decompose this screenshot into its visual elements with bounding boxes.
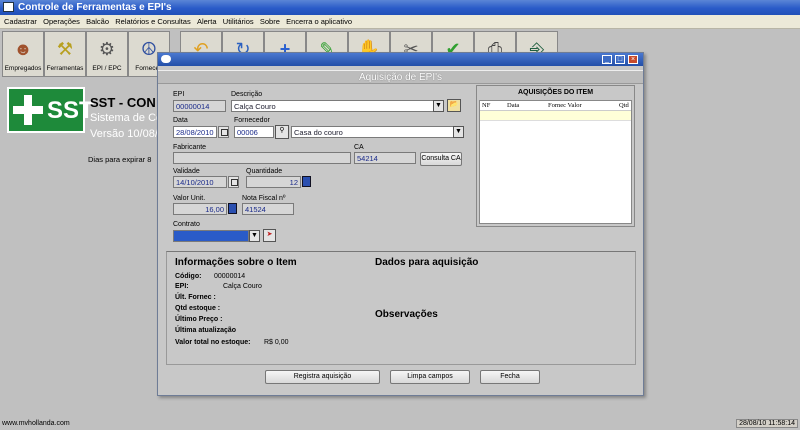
valor-unit-label: Valor Unit. (173, 195, 206, 202)
fabricante-label: Fabricante (173, 144, 207, 151)
menu-relatorios[interactable]: Relatórios e Consultas (111, 15, 190, 26)
minimize-button[interactable]: _ (602, 55, 612, 64)
consulta-ca-button[interactable]: Consulta CA (420, 152, 462, 166)
qtd-estoque-label: Qtd estoque : (175, 305, 221, 312)
folder-icon[interactable]: 📂 (447, 99, 461, 112)
col-qtd[interactable]: Qtd (619, 102, 629, 109)
epi-info-label: EPI: (175, 283, 189, 290)
menu-utilitarios[interactable]: Utilitários (219, 15, 254, 26)
data-field[interactable]: 28/08/2010 (173, 126, 217, 138)
toolbar-button-ferramentas[interactable]: ⚒ Ferramentas (44, 31, 86, 77)
fornecedor-code-field[interactable]: 00006 (234, 126, 274, 138)
aquisicoes-header: NF Data Fornec Valor Qtd (480, 101, 631, 111)
valor-total-value: R$ 0,00 (264, 339, 289, 346)
app-title: Controle de Ferramentas e EPI's (18, 2, 172, 13)
calendar-icon[interactable] (218, 126, 229, 138)
status-bar: www.mvhollanda.com 28/08/10 11:58:14 (0, 418, 800, 430)
sst-logo: SST (7, 87, 94, 133)
chevron-down-icon[interactable]: ▼ (453, 126, 464, 138)
toolbar-label: Empregados (4, 65, 42, 72)
menu-encerra[interactable]: Encerra o aplicativo (282, 15, 352, 26)
dados-aquisicao-title: Dados para aquisição (375, 257, 479, 268)
menu-sobre[interactable]: Sobre (256, 15, 280, 26)
dialog-icon (161, 55, 171, 63)
nota-fiscal-field[interactable]: 41524 (242, 203, 294, 215)
menu-operacoes[interactable]: Operações (39, 15, 80, 26)
valor-unit-spinner[interactable] (228, 203, 237, 214)
cross-icon (13, 95, 43, 125)
app-icon (3, 2, 14, 12)
quantidade-label: Quantidade (246, 168, 283, 175)
calendar-icon[interactable] (228, 176, 239, 188)
app-heading: SST - CON (90, 95, 156, 110)
aquisicoes-title: AQUISIÇÕES DO ITEM (517, 89, 594, 96)
close-button[interactable]: × (628, 55, 638, 64)
fornecedor-label: Fornecedor (234, 117, 270, 124)
col-data[interactable]: Data (507, 102, 519, 109)
ultimo-preco-label: Último Preço : (175, 316, 223, 323)
table-row[interactable] (480, 111, 631, 121)
col-nf[interactable]: NF (482, 102, 490, 109)
chevron-down-icon[interactable]: ▼ (433, 100, 444, 112)
observacoes-title: Observações (375, 309, 438, 320)
ultima-atualizacao-label: Última atualização (175, 327, 237, 334)
tools-icon: ⚙ (98, 39, 116, 59)
aquisicao-dialog: _ □ × Aquisição de EPI's EPI 00000014 De… (157, 52, 644, 396)
registra-aquisicao-button[interactable]: Registra aquisição (265, 370, 380, 384)
data-label: Data (173, 117, 188, 124)
logo-text: SST (47, 97, 94, 124)
toolbar-label: EPI / EPC (92, 65, 122, 72)
toolbar-label: Ferramentas (46, 65, 84, 72)
days-to-expire: Dias para expirar 8 (88, 155, 152, 164)
fabricante-field[interactable] (173, 152, 351, 164)
fecha-button[interactable]: Fecha (480, 370, 540, 384)
ca-label: CA (354, 144, 364, 151)
app-version: Versão 10/08/2 (90, 128, 165, 140)
aquisicoes-grid[interactable]: NF Data Fornec Valor Qtd (479, 100, 632, 224)
limpa-campos-button[interactable]: Limpa campos (390, 370, 470, 384)
datetime-text: 28/08/10 11:58:14 (736, 419, 798, 428)
maximize-button[interactable]: □ (615, 55, 625, 64)
validade-field[interactable]: 14/10/2010 (173, 176, 227, 188)
app-titlebar: Controle de Ferramentas e EPI's (0, 0, 800, 15)
menu-cadastrar[interactable]: Cadastrar (0, 15, 37, 26)
drill-icon: ⚒ (56, 39, 74, 59)
ult-fornec-label: Últ. Fornec : (175, 294, 216, 301)
menu-bar: Cadastrar Operações Balcão Relatórios e … (0, 15, 800, 29)
contrato-label: Contrato (173, 221, 200, 228)
dialog-caption: Aquisição de EPI's (158, 70, 643, 84)
quantidade-field[interactable]: 12 (246, 176, 301, 188)
aquisicoes-panel: AQUISIÇÕES DO ITEM NF Data Fornec Valor … (476, 85, 635, 227)
valor-total-label: Valor total no estoque: (175, 339, 251, 346)
contract-edit-icon[interactable]: ➤ (263, 229, 276, 242)
col-fornec-valor[interactable]: Fornec Valor (548, 102, 582, 109)
search-icon[interactable]: ⚲ (275, 125, 289, 139)
chevron-down-icon[interactable]: ▼ (249, 230, 260, 242)
epi-info-value: Calça Couro (223, 283, 262, 290)
info-panel: Informações sobre o Item Código: 0000001… (166, 251, 636, 365)
fornecedor-select[interactable]: Casa do couro (291, 126, 464, 138)
ca-field[interactable]: 54214 (354, 152, 416, 164)
valor-unit-field[interactable]: 16,00 (173, 203, 227, 215)
menu-balcao[interactable]: Balcão (82, 15, 109, 26)
nota-fiscal-label: Nota Fiscal nº (242, 195, 286, 202)
descricao-label: Descrição (231, 91, 263, 98)
info-title: Informações sobre o Item (175, 257, 297, 268)
epi-field[interactable]: 00000014 (173, 100, 226, 112)
dialog-titlebar: _ □ × (158, 53, 643, 66)
toolbar-button-empregados[interactable]: ☻ Empregados (2, 31, 44, 77)
menu-alerta[interactable]: Alerta (193, 15, 217, 26)
epi-label: EPI (173, 91, 185, 98)
quantidade-spinner[interactable] (302, 176, 311, 187)
app-subtitle: Sistema de Co (90, 112, 163, 124)
validade-label: Validade (173, 168, 200, 175)
website-text: www.mvhollanda.com (2, 420, 70, 427)
person-icon: ☻ (13, 39, 33, 59)
toolbar-button-epi-epc[interactable]: ⚙ EPI / EPC (86, 31, 128, 77)
descricao-select[interactable]: Calça Couro (231, 100, 444, 112)
codigo-label: Código: (175, 273, 202, 280)
codigo-value: 00000014 (214, 273, 246, 280)
contrato-select[interactable] (173, 230, 249, 242)
